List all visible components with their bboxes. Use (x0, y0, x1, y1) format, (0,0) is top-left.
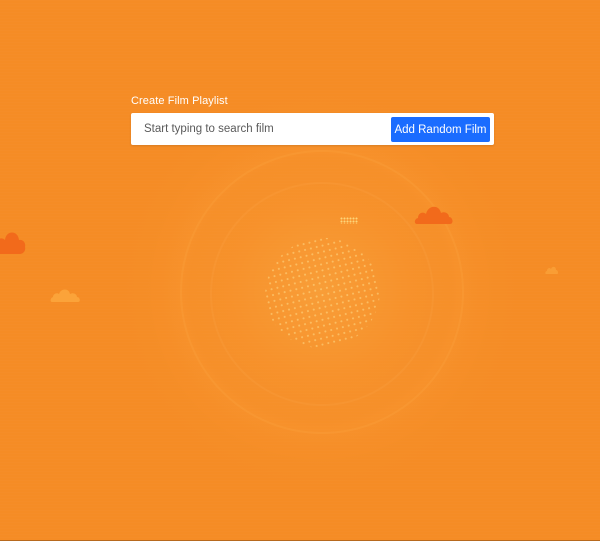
add-random-film-button[interactable]: Add Random Film (391, 117, 490, 142)
create-playlist-panel: Create Film Playlist Add Random Film (131, 94, 494, 145)
panel-title: Create Film Playlist (131, 95, 228, 107)
cloud-icon (0, 224, 26, 256)
cloud-icon (414, 202, 454, 226)
cloud-icon (545, 265, 559, 275)
cloud-icon (50, 286, 82, 304)
search-bar: Add Random Film (131, 113, 494, 145)
particle-cloud (340, 217, 358, 224)
search-input[interactable] (131, 113, 394, 145)
